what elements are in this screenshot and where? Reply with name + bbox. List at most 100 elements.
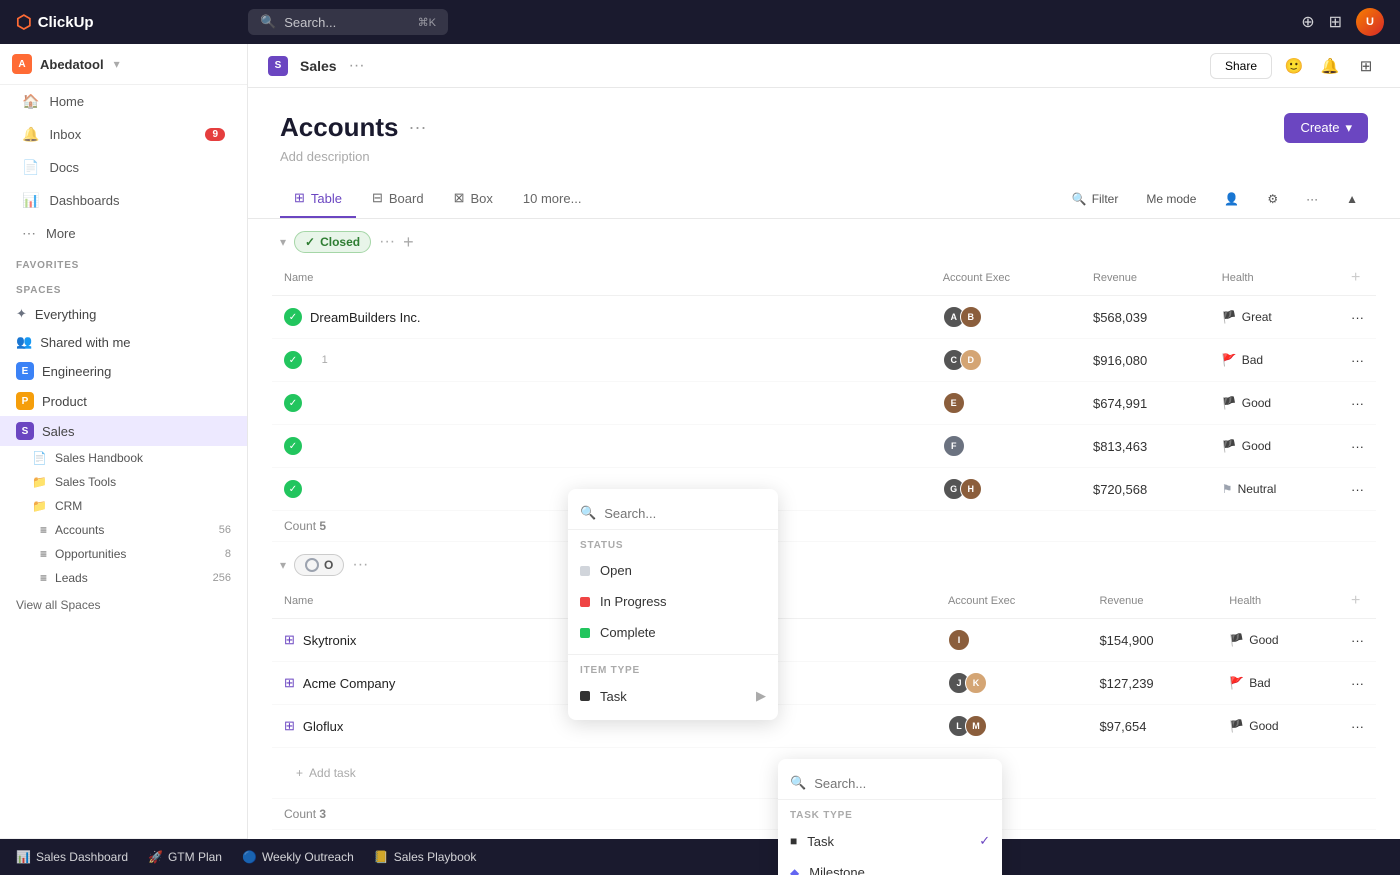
- revenue-cell: $916,080: [1081, 339, 1210, 382]
- row-more[interactable]: ···: [1351, 396, 1364, 411]
- sidebar-item-engineering[interactable]: E Engineering: [0, 356, 247, 386]
- sub-nav-page-name: Sales: [300, 58, 337, 74]
- health-icon: ⚑: [1222, 482, 1233, 496]
- status-complete-item[interactable]: Complete: [568, 617, 778, 648]
- closed-status-badge[interactable]: ✓ Closed: [294, 231, 371, 253]
- task-type-item[interactable]: Task ▶: [568, 680, 778, 712]
- tab-table[interactable]: ⊞ Table: [280, 180, 356, 218]
- row-more[interactable]: ···: [1351, 353, 1364, 368]
- sidebar-item-more[interactable]: ⋯ More: [6, 218, 241, 249]
- health-icon: 🏴: [1229, 719, 1244, 733]
- sidebar-item-dashboards[interactable]: 📊 Dashboards: [6, 185, 241, 216]
- row-name[interactable]: Acme Company: [303, 676, 395, 691]
- row-more[interactable]: ···: [1351, 633, 1364, 648]
- row-more[interactable]: ···: [1351, 719, 1364, 734]
- count-row: Count 5: [272, 511, 1376, 542]
- layout-icon[interactable]: ⊞: [1352, 52, 1380, 80]
- sidebar-opportunities[interactable]: ≡ Opportunities 8: [0, 542, 247, 566]
- sidebar-leads[interactable]: ≡ Leads 256: [0, 566, 247, 590]
- tabs-more-icon: ···: [1306, 192, 1318, 206]
- docs-icon: 📄: [22, 159, 39, 176]
- closed-table: Name Account Exec Revenue Health + ✓: [272, 261, 1376, 542]
- emoji-icon[interactable]: 🙂: [1280, 52, 1308, 80]
- tabs-right: 🔍 Filter Me mode 👤 ⚙ ···: [1062, 187, 1368, 211]
- row-more[interactable]: ···: [1351, 310, 1364, 325]
- memode-btn[interactable]: Me mode: [1136, 187, 1206, 211]
- add-icon[interactable]: ⊕: [1301, 12, 1314, 32]
- row-name[interactable]: Gloflux: [303, 719, 343, 734]
- people-btn[interactable]: 👤: [1214, 187, 1249, 211]
- row-more[interactable]: ···: [1351, 676, 1364, 691]
- share-button[interactable]: Share: [1210, 53, 1272, 79]
- page-title-dots[interactable]: ···: [408, 117, 426, 138]
- avatars: C D: [943, 349, 1069, 371]
- bottom-sales-playbook[interactable]: 📒 Sales Playbook: [374, 850, 477, 864]
- status-open-item[interactable]: Open: [568, 555, 778, 586]
- sub-nav-dots[interactable]: ···: [349, 57, 365, 75]
- tabs-more-btn[interactable]: ···: [1296, 187, 1328, 211]
- row-name[interactable]: [310, 482, 314, 497]
- sales-more-btn[interactable]: ···: [206, 423, 219, 439]
- row-name[interactable]: DreamBuilders Inc.: [310, 310, 421, 325]
- task-dot: [580, 691, 590, 701]
- health-icon: 🏴: [1229, 633, 1244, 647]
- row-name[interactable]: [310, 353, 314, 368]
- sidebar-item-product[interactable]: P Product: [0, 386, 247, 416]
- sidebar-handbook[interactable]: 📄 Sales Handbook: [0, 446, 247, 470]
- tab-more[interactable]: 10 more...: [509, 181, 596, 218]
- notification-icon[interactable]: 🔔: [1316, 52, 1344, 80]
- search-bar[interactable]: 🔍 Search... ⌘K: [248, 9, 448, 35]
- inbox-badge: 9: [205, 128, 225, 141]
- open-collapse[interactable]: ▾: [280, 558, 286, 572]
- inbox-label: Inbox: [49, 127, 81, 142]
- bottom-sales-dashboard[interactable]: 📊 Sales Dashboard: [16, 850, 128, 864]
- brand-icon: ⬡: [16, 12, 32, 33]
- add-col-btn-2[interactable]: +: [1351, 592, 1360, 609]
- sidebar-item-home[interactable]: 🏠 Home: [6, 86, 241, 117]
- sidebar-item-docs[interactable]: 📄 Docs: [6, 152, 241, 183]
- row-name[interactable]: Skytronix: [303, 633, 356, 648]
- workspace-header[interactable]: A Abedatool ▾: [0, 44, 247, 85]
- settings-btn[interactable]: ⚙: [1257, 187, 1288, 211]
- col-account-exec: Account Exec: [931, 261, 1081, 296]
- row-name[interactable]: [310, 439, 314, 454]
- complete-dot: [580, 628, 590, 638]
- row-name[interactable]: [310, 396, 314, 411]
- sidebar-crm[interactable]: 📁 CRM: [0, 494, 247, 518]
- user-avatar[interactable]: U: [1356, 8, 1384, 36]
- type-milestone-item[interactable]: ◆ Milestone: [778, 857, 1002, 875]
- sidebar-item-sales[interactable]: S Sales ··· +: [0, 416, 247, 446]
- closed-group-add[interactable]: +: [403, 232, 414, 253]
- view-all-spaces[interactable]: View all Spaces: [0, 590, 247, 620]
- dropdown-search-input[interactable]: [604, 506, 766, 521]
- status-inprogress-item[interactable]: In Progress: [568, 586, 778, 617]
- row-more[interactable]: ···: [1351, 482, 1364, 497]
- row-more[interactable]: ···: [1351, 439, 1364, 454]
- sidebar-item-everything[interactable]: ✦ Everything: [0, 300, 247, 328]
- add-col-btn[interactable]: +: [1351, 269, 1360, 286]
- sub-dropdown-search-input[interactable]: [814, 776, 990, 791]
- closed-collapse[interactable]: ▾: [280, 235, 286, 249]
- closed-group-dots[interactable]: ···: [379, 233, 395, 251]
- bottom-gtm-plan[interactable]: 🚀 GTM Plan: [148, 850, 222, 864]
- row-status-complete: ✓: [284, 480, 302, 498]
- tab-board[interactable]: ⊟ Board: [358, 180, 438, 218]
- sales-add-btn[interactable]: +: [223, 423, 231, 439]
- grid-icon[interactable]: ⊞: [1329, 12, 1342, 32]
- sidebar-accounts[interactable]: ≡ Accounts 56: [0, 518, 247, 542]
- open-status-badge[interactable]: O: [294, 554, 344, 576]
- revenue-cell: $127,239: [1087, 662, 1217, 705]
- sidebar-tools[interactable]: 📁 Sales Tools: [0, 470, 247, 494]
- add-description[interactable]: Add description: [280, 149, 1368, 164]
- tab-box[interactable]: ⊠ Box: [440, 180, 507, 218]
- type-task-item[interactable]: ■ Task ✓: [778, 825, 1002, 857]
- filter-btn[interactable]: 🔍 Filter: [1062, 187, 1129, 211]
- sidebar-item-shared[interactable]: 👥 Shared with me: [0, 328, 247, 356]
- open-group-dots[interactable]: ···: [352, 556, 368, 574]
- sidebar-item-inbox[interactable]: 🔔 Inbox 9: [6, 119, 241, 150]
- type-section-label: ITEM TYPE: [568, 661, 778, 680]
- more-tabs-label: 10 more...: [523, 191, 582, 206]
- create-button[interactable]: Create ▾: [1284, 113, 1368, 143]
- collapse-btn[interactable]: ▲: [1336, 187, 1368, 211]
- bottom-weekly-outreach[interactable]: 🔵 Weekly Outreach: [242, 850, 354, 864]
